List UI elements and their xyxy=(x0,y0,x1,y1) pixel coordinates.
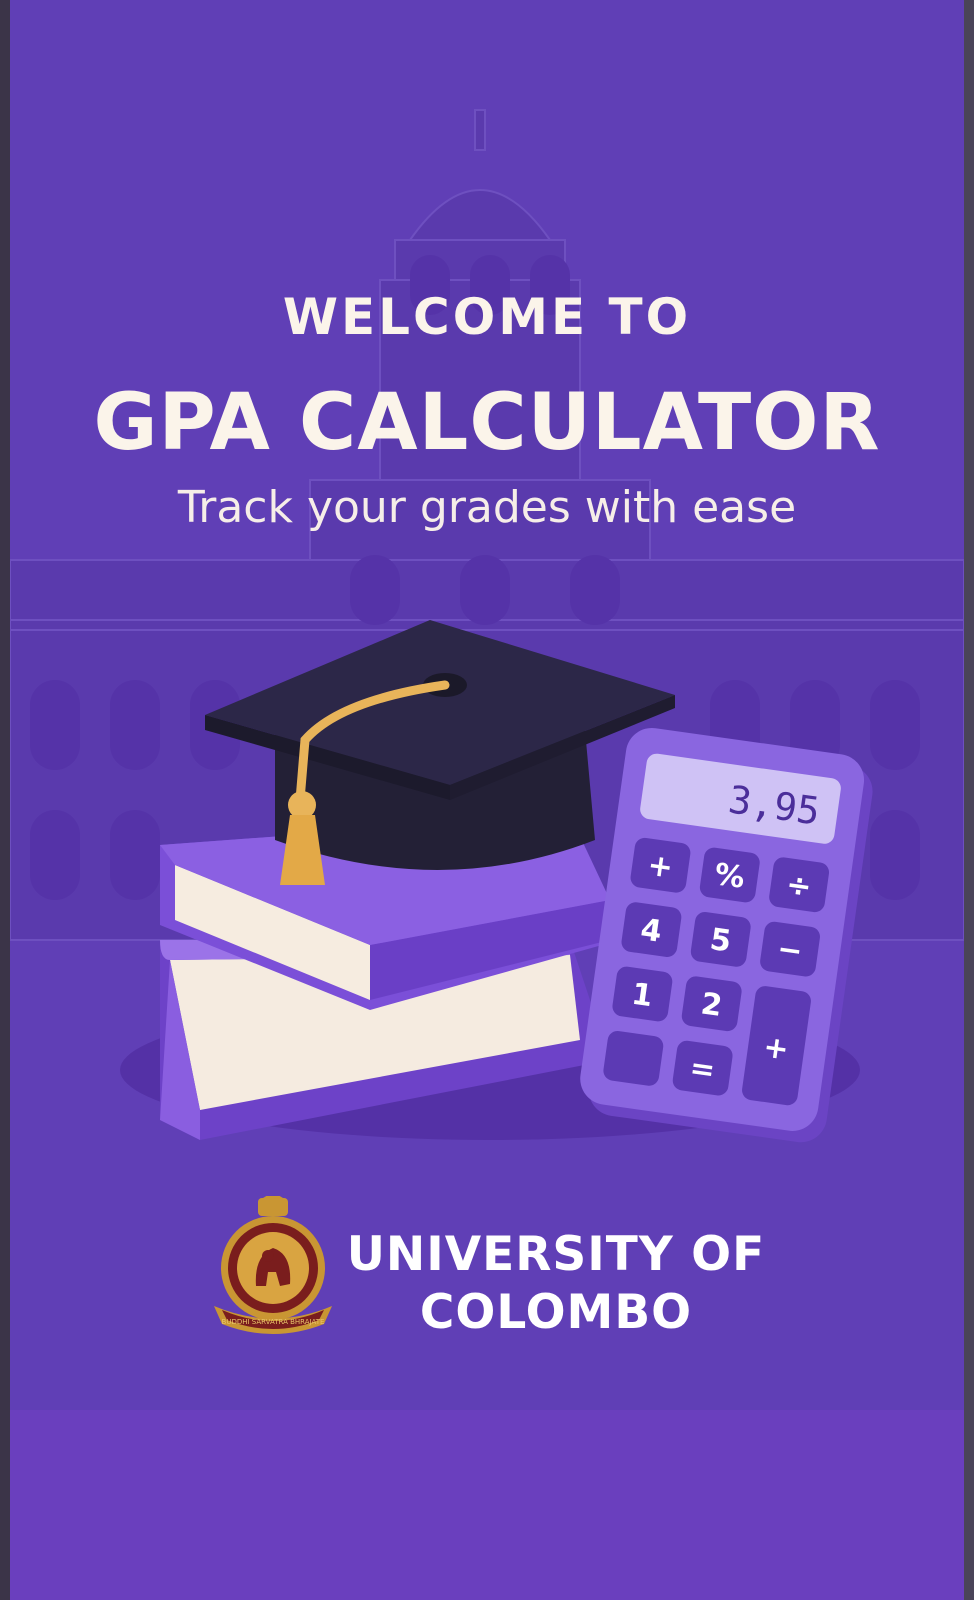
splash-screen: WELCOME TO GPA CALCULATOR Track your gra… xyxy=(10,0,964,1600)
key-equals: = xyxy=(688,1050,718,1088)
university-name-line-1: UNIVERSITY OF xyxy=(346,1227,766,1282)
hero-illustration: 3,95 + % ÷ 4 5 − 1 2 + = xyxy=(120,620,873,1143)
left-frame-edge xyxy=(0,0,10,1600)
tagline: Track your grades with ease xyxy=(177,482,797,533)
welcome-heading: WELCOME TO xyxy=(282,288,692,346)
university-name: UNIVERSITY OF COLOMBO xyxy=(346,1226,766,1342)
key-divide: ÷ xyxy=(784,867,814,905)
key-plus-large: + xyxy=(761,1030,791,1068)
key-percent: % xyxy=(712,857,747,896)
footer-band xyxy=(10,1410,964,1600)
app-title: GPA CALCULATOR xyxy=(93,378,881,468)
right-frame-edge xyxy=(964,0,974,1600)
university-crest-logo: BUDDHI SARVATRA BHRAJATE xyxy=(214,1196,332,1334)
key-plus: + xyxy=(645,848,675,886)
university-name-line-2: COLOMBO xyxy=(419,1285,693,1340)
key-minus: − xyxy=(775,932,805,970)
crest-motto: BUDDHI SARVATRA BHRAJATE xyxy=(222,1318,325,1326)
